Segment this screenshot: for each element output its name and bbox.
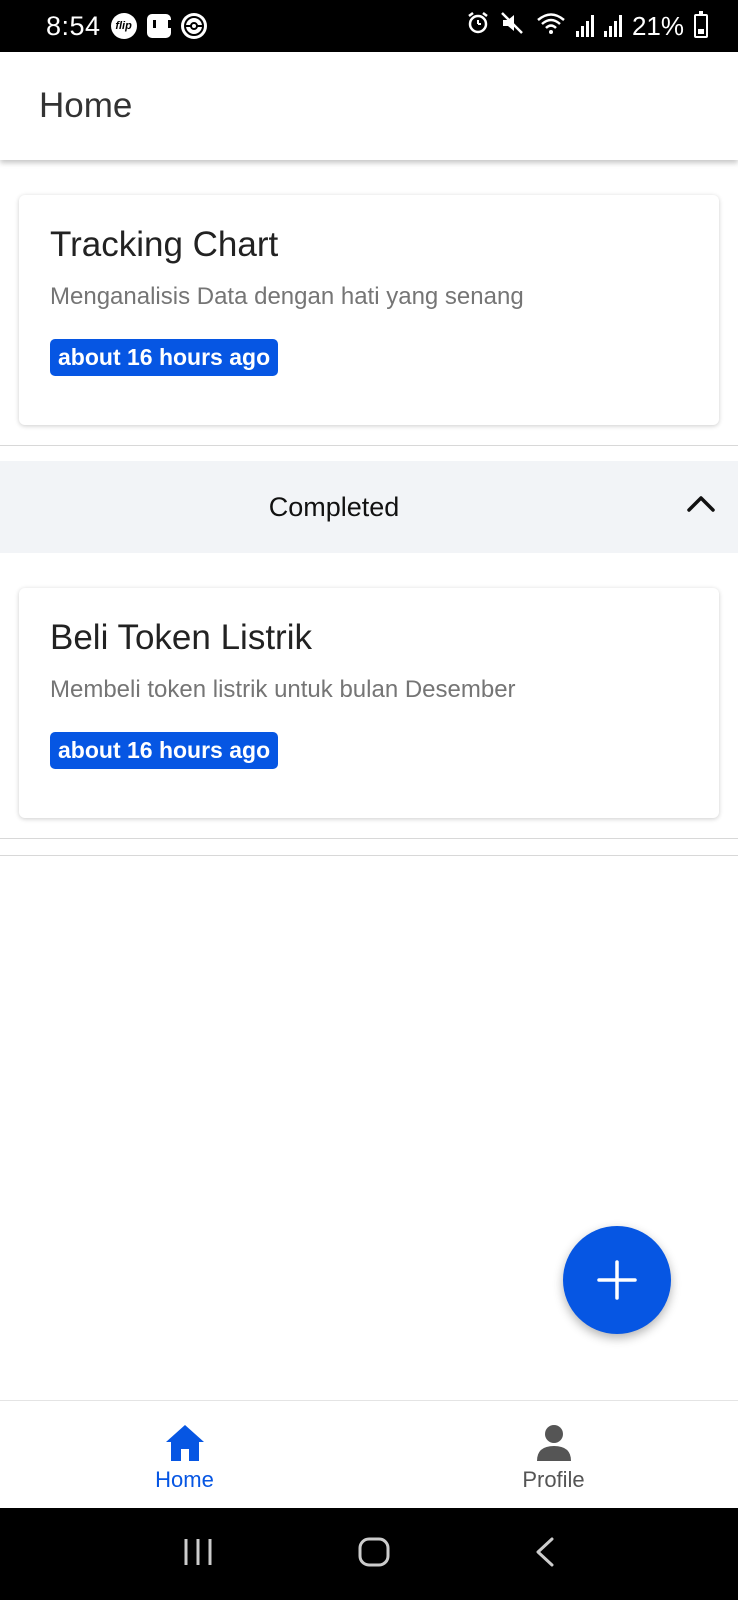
task-description: Menganalisis Data dengan hati yang senan…	[50, 283, 524, 310]
nav-label-profile: Profile	[522, 1467, 585, 1492]
task-timestamp-badge: about 16 hours ago	[50, 339, 279, 376]
battery-icon	[694, 11, 708, 38]
divider	[0, 445, 738, 446]
screen: 8:54 flip 21% Home Tracking Chart Mengan…	[0, 0, 738, 1600]
status-bar: 8:54 flip 21%	[0, 0, 738, 52]
divider	[0, 855, 738, 856]
signal-icon-2	[603, 15, 622, 37]
chevron-up-icon[interactable]	[686, 493, 716, 513]
task-card[interactable]: Tracking Chart Menganalisis Data dengan …	[19, 195, 719, 425]
page-title: Home	[39, 86, 133, 125]
completed-task-card[interactable]: Beli Token Listrik Membeli token listrik…	[19, 588, 719, 818]
app-bar: Home	[0, 52, 738, 160]
task-timestamp-badge: about 16 hours ago	[50, 732, 279, 769]
bottom-nav: Home Profile	[0, 1400, 738, 1508]
recent-apps-icon[interactable]	[181, 1537, 215, 1572]
alarm-icon	[466, 11, 490, 42]
task-title: Tracking Chart	[50, 225, 279, 264]
back-icon[interactable]	[533, 1536, 557, 1573]
wifi-icon	[536, 11, 566, 42]
nav-item-home[interactable]: Home	[0, 1401, 369, 1508]
task-title: Beli Token Listrik	[50, 618, 312, 657]
home-button-icon[interactable]	[357, 1536, 391, 1573]
nav-label-home: Home	[155, 1467, 214, 1492]
flip-app-icon: flip	[110, 13, 137, 39]
twitch-icon	[146, 14, 171, 38]
battery-percent: 21%	[631, 10, 684, 41]
status-left: 8:54 flip	[46, 11, 207, 42]
nav-item-profile[interactable]: Profile	[369, 1401, 738, 1508]
signal-icon-1	[575, 15, 594, 37]
section-label: Completed	[268, 491, 400, 522]
completed-section-header[interactable]: Completed	[0, 461, 738, 553]
status-time: 8:54	[46, 10, 101, 41]
home-icon	[165, 1425, 204, 1461]
status-right: 21%	[466, 11, 708, 42]
pokeball-icon	[180, 13, 207, 39]
person-icon	[536, 1425, 571, 1461]
system-nav-bar	[0, 1508, 738, 1600]
add-task-button[interactable]	[563, 1226, 671, 1334]
plus-icon	[597, 1260, 637, 1300]
task-description: Membeli token listrik untuk bulan Desemb…	[50, 676, 516, 703]
mute-icon	[500, 11, 526, 42]
divider	[0, 838, 738, 839]
